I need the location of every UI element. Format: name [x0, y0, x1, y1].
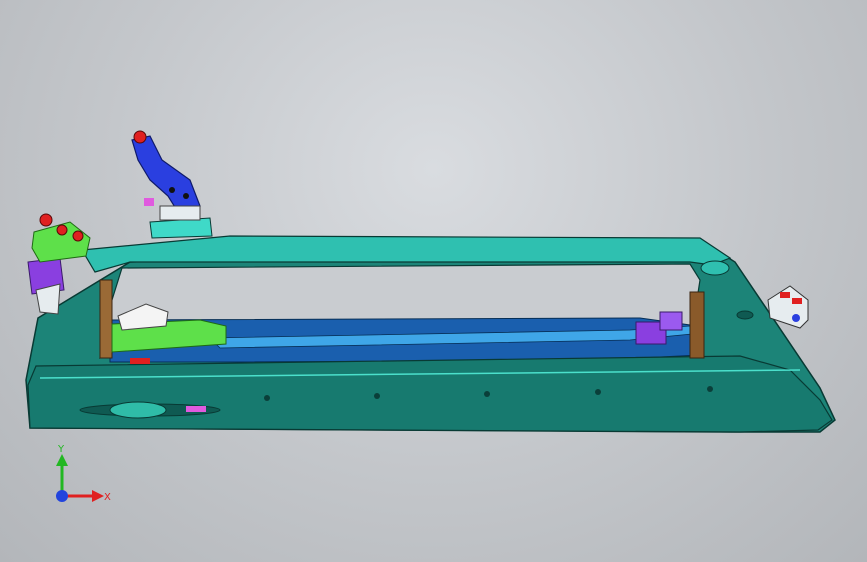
skirt-hole-3	[484, 391, 490, 397]
z-axis-icon	[56, 490, 68, 502]
x-axis-arrow-icon	[92, 490, 104, 502]
red-connector	[130, 358, 150, 364]
pink-clip	[186, 406, 206, 412]
left-clamp-red-knob-2	[56, 224, 68, 236]
top-blue-bracket	[131, 130, 213, 239]
right-brown-part	[689, 291, 705, 359]
cad-viewport[interactable]: Y X	[0, 0, 867, 562]
x-axis-label: X	[104, 492, 111, 503]
skirt-bulge	[109, 401, 167, 419]
skirt-hole-5	[707, 386, 713, 392]
right-end-boss	[700, 260, 730, 276]
skirt-hole-4	[595, 389, 601, 395]
assembly-model[interactable]	[0, 0, 867, 562]
frame-skirt	[27, 355, 833, 433]
left-clamp-red-knob-3	[72, 230, 84, 242]
skirt-hole-1	[264, 395, 270, 401]
left-clamp-red-knob-1	[39, 213, 53, 227]
right-purple-part-2	[659, 311, 683, 331]
skirt-hole-2	[374, 393, 380, 399]
coordinate-triad: Y X	[56, 444, 111, 503]
left-brown-strip	[99, 279, 113, 359]
y-axis-label: Y	[57, 444, 65, 455]
right-end-hole	[736, 310, 754, 320]
y-axis-arrow-icon	[56, 454, 68, 466]
